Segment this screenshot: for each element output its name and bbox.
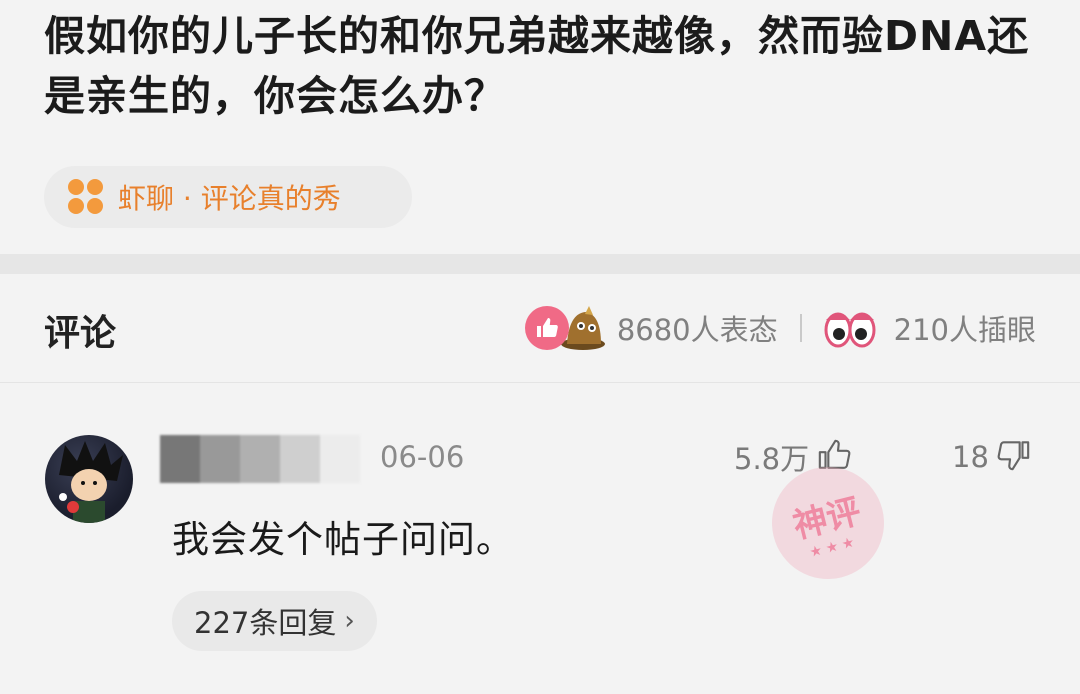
comment-date: 06-06 [380, 440, 465, 474]
separator [799, 314, 802, 342]
thumbs-down-outline-icon [997, 438, 1031, 476]
replies-button[interactable]: 227条回复 › [172, 591, 377, 651]
topic-chip[interactable]: 虾聊 · 评论真的秀 [44, 166, 412, 228]
topic-label: 虾聊 · 评论真的秀 [118, 182, 341, 215]
dislike-button[interactable]: 18 [952, 435, 1031, 479]
comment-text: 我会发个帖子问问。 [172, 518, 514, 561]
eyes-icon [824, 308, 876, 348]
comment-item: 06-06 5.8万 神评 ★★★ 18 我会发个帖子问问。 227条回复 › [0, 382, 1080, 694]
chevron-right-icon: › [344, 606, 355, 636]
like-count: 5.8万 [734, 442, 810, 476]
comments-header: 评论 8680人表态 210人插眼 [0, 274, 1080, 382]
reactions-summary[interactable]: 8680人表态 210人插眼 [524, 300, 1036, 356]
comments-title: 评论 [44, 313, 117, 354]
dislike-count: 18 [952, 440, 989, 474]
replies-label: 227条回复 [194, 606, 337, 640]
flower-grid-icon [68, 179, 104, 215]
username-blurred[interactable] [160, 435, 360, 483]
thumbs-up-icon [524, 306, 569, 350]
post-title: 假如你的儿子长的和你兄弟越来越像，然而验DNA还是亲生的，你会怎么办？ [44, 12, 1030, 120]
watchers-count: 210人插眼 [893, 313, 1036, 347]
reactions-count: 8680人表态 [616, 313, 778, 347]
avatar[interactable] [45, 435, 133, 523]
section-divider [0, 254, 1080, 274]
